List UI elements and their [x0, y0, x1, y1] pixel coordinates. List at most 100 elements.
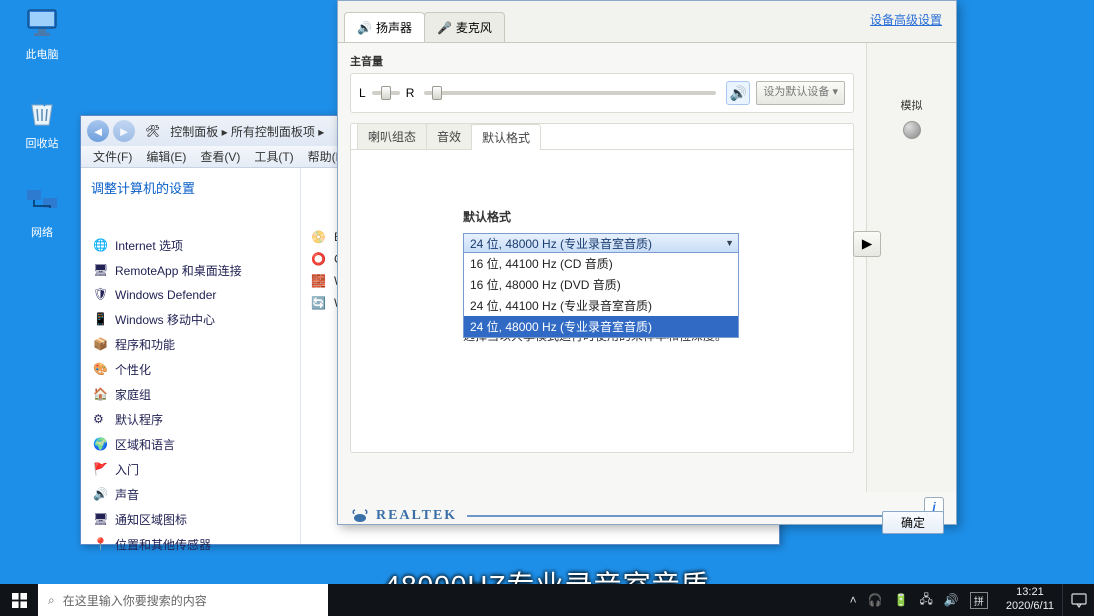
volume-slider[interactable]: [424, 91, 716, 95]
vol-r-label: R: [406, 86, 415, 100]
advanced-settings-link[interactable]: 设备高级设置: [870, 11, 942, 28]
format-label: 默认格式: [463, 208, 831, 225]
cp-item-defender[interactable]: 🛡Windows Defender: [91, 283, 290, 307]
mic-icon: 🎤: [437, 21, 452, 35]
location-icon: 📍: [93, 537, 109, 553]
desktop-icon-recycle[interactable]: 回收站: [12, 95, 72, 151]
tray-battery-icon[interactable]: 🔋: [894, 593, 909, 607]
home-icon: 🏠: [93, 387, 109, 403]
cp-item-remoteapp[interactable]: 🖥RemoteApp 和桌面连接: [91, 258, 290, 283]
vol-l-label: L: [359, 86, 366, 100]
realtek-window: 🔊扬声器 🎤麦克风 设备高级设置 主音量 L R 🔊 设为默认设备 ▾ 喇叭组态…: [337, 0, 957, 525]
shield-icon: 🛡: [93, 287, 109, 303]
cp-item-getting[interactable]: 🚩入门: [91, 457, 290, 482]
desktop-icon-thispc[interactable]: 此电脑: [12, 6, 72, 62]
sound-icon: 🔊: [93, 487, 109, 503]
jack-led[interactable]: [903, 121, 921, 139]
cp-item-sound[interactable]: 🔊声音: [91, 482, 290, 507]
format-option[interactable]: 24 位, 44100 Hz (专业录音室音质): [464, 295, 738, 316]
realtek-logo: REALTEK: [350, 506, 457, 526]
notif-icon: 🖥: [93, 512, 109, 528]
region-icon: 🌍: [93, 437, 109, 453]
set-default-button[interactable]: 设为默认设备 ▾: [756, 81, 845, 104]
rt-main: 主音量 L R 🔊 设为默认设备 ▾ 喇叭组态 音效 默认格式 默认格式: [338, 43, 866, 492]
ok-button[interactable]: 确定: [882, 511, 944, 534]
subtab-effects[interactable]: 音效: [426, 123, 472, 149]
rt-sidebar: 模拟: [866, 43, 956, 492]
desktop-icon-label: 此电脑: [26, 49, 59, 61]
format-dropdown: 16 位, 44100 Hz (CD 音质) 16 位, 48000 Hz (D…: [463, 253, 739, 338]
analog-label: 模拟: [873, 97, 950, 113]
balance-slider[interactable]: [372, 91, 400, 95]
volume-row: L R 🔊 设为默认设备 ▾: [350, 73, 854, 113]
tab-speaker[interactable]: 🔊扬声器: [344, 12, 425, 42]
rt-top-tabs: 🔊扬声器 🎤麦克风 设备高级设置: [338, 1, 956, 43]
cp-item-personalize[interactable]: 🎨个性化: [91, 357, 290, 382]
nav-back-button[interactable]: ◄: [87, 120, 109, 142]
format-option[interactable]: 16 位, 44100 Hz (CD 音质): [464, 253, 738, 274]
start-button[interactable]: [0, 584, 38, 616]
play-icon: ▶: [862, 236, 872, 252]
subtab-format[interactable]: 默认格式: [471, 124, 541, 150]
action-center-button[interactable]: [1062, 584, 1094, 616]
cp-title: 调整计算机的设置: [91, 178, 290, 197]
personalize-icon: 🎨: [93, 362, 109, 378]
desktop-icon-label: 网络: [31, 227, 53, 239]
subtab-config[interactable]: 喇叭组态: [357, 123, 427, 149]
cp-item-region[interactable]: 🌍区域和语言: [91, 432, 290, 457]
tray-ime[interactable]: 拼: [970, 592, 988, 609]
cp-item-mobility[interactable]: 📱Windows 移动中心: [91, 307, 290, 332]
cp-item-homegroup[interactable]: 🏠家庭组: [91, 382, 290, 407]
flag-icon: 🚩: [93, 462, 109, 478]
control-panel-icon: 🛠: [145, 124, 160, 138]
taskbar: ⌕ 在这里输入你要搜索的内容 ˄ 🎧 🔋 🖧 🔊 拼 13:21 2020/6/…: [0, 584, 1094, 616]
menu-file[interactable]: 文件(F): [87, 146, 138, 167]
clock-date: 2020/6/11: [1006, 600, 1054, 614]
taskbar-clock[interactable]: 13:21 2020/6/11: [998, 586, 1062, 614]
format-combobox[interactable]: 24 位, 48000 Hz (专业录音室音质): [463, 233, 739, 253]
search-icon: ⌕: [48, 593, 55, 608]
tray-network-icon[interactable]: 🖧: [920, 590, 933, 611]
speaker-icon: 🔊: [357, 21, 372, 35]
tray-audio-icon[interactable]: 🎧: [868, 593, 883, 607]
globe-icon: 🌐: [93, 238, 109, 254]
clock-time: 13:21: [1006, 586, 1054, 600]
tray-volume-icon[interactable]: 🔊: [944, 593, 959, 607]
rt-inner-panel: 喇叭组态 音效 默认格式 默认格式 24 位, 48000 Hz (专业录音室音…: [350, 123, 854, 453]
monitor-icon: [24, 6, 60, 42]
cp-item-location[interactable]: 📍位置和其他传感器: [91, 532, 290, 557]
remote-icon: 🖥: [93, 263, 109, 279]
rt-footer: REALTEK i 确定: [338, 492, 956, 540]
notification-icon: [1071, 592, 1087, 608]
cp-item-internet[interactable]: 🌐Internet 选项: [91, 233, 290, 258]
recycle-icon: [24, 95, 60, 131]
system-tray: ˄ 🎧 🔋 🖧 🔊 拼: [840, 590, 998, 611]
nav-fwd-button[interactable]: ►: [113, 120, 135, 142]
rt-subtabs: 喇叭组态 音效 默认格式: [351, 124, 853, 150]
volume-label: 主音量: [350, 53, 854, 69]
breadcrumb[interactable]: 控制面板 ▸ 所有控制面板项 ▸: [170, 123, 324, 140]
desktop-icon-network[interactable]: 网络: [12, 184, 72, 240]
cp-item-notifarea[interactable]: 🖥通知区域图标: [91, 507, 290, 532]
programs-icon: 📦: [93, 337, 109, 353]
mobility-icon: 📱: [93, 312, 109, 328]
search-input[interactable]: ⌕ 在这里输入你要搜索的内容: [38, 584, 328, 616]
cp-item-programs[interactable]: 📦程序和功能: [91, 332, 290, 357]
tab-mic[interactable]: 🎤麦克风: [424, 12, 505, 42]
menu-tools[interactable]: 工具(T): [248, 146, 299, 167]
format-option-selected[interactable]: 24 位, 48000 Hz (专业录音室音质): [464, 316, 738, 337]
cp-item-defaultprog[interactable]: ⚙默认程序: [91, 407, 290, 432]
cp-sidebar: 调整计算机的设置 🌐Internet 选项 🖥RemoteApp 和桌面连接 🛡…: [81, 168, 301, 544]
test-play-button[interactable]: ▶: [853, 231, 881, 257]
tray-chevron-icon[interactable]: ˄: [850, 593, 857, 607]
crab-icon: [350, 506, 370, 526]
mute-button[interactable]: 🔊: [726, 81, 750, 105]
search-placeholder: 在这里输入你要搜索的内容: [63, 592, 207, 609]
format-option[interactable]: 16 位, 48000 Hz (DVD 音质): [464, 274, 738, 295]
default-icon: ⚙: [93, 412, 109, 428]
realtek-logo-text: REALTEK: [376, 508, 457, 524]
logo-line: [467, 515, 914, 517]
menu-view[interactable]: 查看(V): [194, 146, 246, 167]
menu-edit[interactable]: 编辑(E): [140, 146, 192, 167]
network-icon: [24, 184, 60, 220]
